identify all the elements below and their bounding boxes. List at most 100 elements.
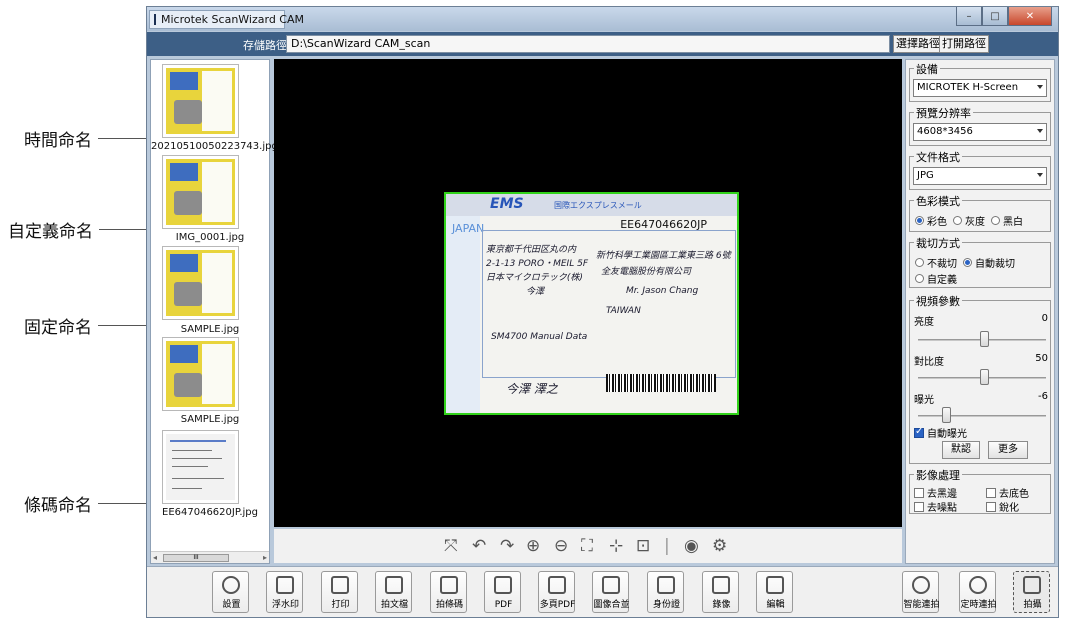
device-select[interactable]: MICROTEK H-Screen: [913, 79, 1047, 97]
more-button[interactable]: 更多: [988, 441, 1028, 459]
select-path-button[interactable]: 選擇路徑: [893, 35, 943, 53]
image-merge-button[interactable]: 圖像合並: [592, 571, 630, 613]
merge-icon: [602, 576, 620, 594]
resolution-group: 預覽分辨率 4608*3456: [909, 105, 1051, 146]
record-button[interactable]: 錄像: [702, 571, 739, 613]
gray-radio[interactable]: 灰度: [953, 213, 985, 228]
id-card-icon: [657, 576, 675, 594]
rotate-left-icon[interactable]: ↶: [472, 536, 486, 556]
denoise-checkbox[interactable]: 去噪點: [914, 499, 957, 514]
remove-black-edge-checkbox[interactable]: 去黑邊: [914, 485, 957, 500]
window-title: Microtek ScanWizard CAM: [161, 13, 305, 26]
bw-radio[interactable]: 黑白: [991, 213, 1023, 228]
thumbnail-scrollbar[interactable]: ◂ III ▸: [151, 551, 269, 563]
edit-icon: [766, 576, 784, 594]
multipage-pdf-button[interactable]: 多頁PDF: [538, 571, 575, 613]
default-button[interactable]: 默認: [942, 441, 980, 459]
resolution-select[interactable]: 4608*3456: [913, 123, 1047, 141]
settings-panel: 設備 MICROTEK H-Screen 預覽分辨率 4608*3456 文件格…: [905, 59, 1055, 564]
image-processing-group: 影像處理 去黑邊 去底色 去噪點 銳化: [909, 467, 1051, 514]
exposure-slider[interactable]: 曝光 -6: [914, 391, 1048, 427]
fit-icon[interactable]: ⤧: [444, 536, 458, 556]
open-path-button[interactable]: 打開路徑: [939, 35, 989, 53]
annotation-custom-naming: 自定義命名: [8, 217, 161, 242]
zoom-out-icon[interactable]: ⊖: [554, 536, 568, 556]
color-mode-group: 色彩模式 彩色 灰度 黑白: [909, 193, 1051, 232]
camera-settings-icon[interactable]: ⚙: [712, 536, 727, 556]
no-crop-radio[interactable]: 不裁切: [915, 255, 957, 270]
timed-burst-button[interactable]: 定時連拍: [959, 571, 997, 613]
window-title-tab: Microtek ScanWizard CAM: [149, 10, 304, 29]
minimize-button[interactable]: –: [956, 7, 982, 26]
annotation-time-naming: 時間命名: [24, 126, 158, 151]
barcode: [606, 374, 716, 392]
thumbnail-filename: SAMPLE.jpg: [180, 414, 240, 425]
thumbnail-image: [162, 337, 239, 411]
device-group: 設備 MICROTEK H-Screen: [909, 61, 1051, 102]
slider-knob[interactable]: [980, 369, 989, 385]
auto-crop-radio[interactable]: 自動裁切: [963, 255, 1015, 270]
auto-exposure-checkbox[interactable]: 自動曝光: [914, 425, 967, 440]
thumbnail-image: [162, 155, 239, 229]
actual-size-icon[interactable]: ⊡: [636, 536, 650, 556]
save-path-label: 存儲路徑:: [243, 39, 291, 52]
toolbar-divider: |: [664, 536, 670, 556]
main-toolbar: 設置 浮水印 打印 拍文檔 拍條碼 PDF 多頁PDF 圖像合並 身份證 錄像 …: [147, 566, 1058, 617]
video-icon: [712, 576, 730, 594]
thumbnail-image: [162, 430, 239, 504]
camera-icon: [1023, 576, 1041, 594]
crop-icon[interactable]: ⛶: [581, 536, 593, 556]
slider-knob[interactable]: [980, 331, 989, 347]
thumbnail-filename: SAMPLE.jpg: [180, 324, 240, 335]
rotate-right-icon[interactable]: ↷: [500, 536, 514, 556]
save-path-field[interactable]: D:\ScanWizard CAM_scan: [286, 35, 890, 53]
gear-icon: [222, 576, 240, 594]
center-icon[interactable]: ⊹: [609, 536, 623, 556]
timer-icon: [969, 576, 987, 594]
color-radio[interactable]: 彩色: [915, 213, 947, 228]
custom-crop-radio[interactable]: 自定義: [915, 271, 957, 286]
smart-burst-button[interactable]: 智能連拍: [902, 571, 940, 613]
thumbnail-image: [162, 246, 239, 320]
scrollbar-thumb[interactable]: III: [163, 554, 229, 562]
format-select[interactable]: JPG: [913, 167, 1047, 185]
thumbnail-filename: IMG_0001.jpg: [175, 232, 245, 243]
path-bar: 存儲路徑: D:\ScanWizard CAM_scan 選擇路徑 打開路徑: [147, 32, 1058, 56]
ems-logo: EMS: [490, 196, 524, 212]
pdf-button[interactable]: PDF: [484, 571, 521, 613]
watermark-button[interactable]: 浮水印: [266, 571, 303, 613]
annotation-label: 自定義命名: [8, 222, 93, 242]
annotation-label: 固定命名: [24, 318, 92, 338]
app-window: Microtek ScanWizard CAM – □ ✕ 存儲路徑: D:\S…: [146, 6, 1059, 618]
print-button[interactable]: 打印: [321, 571, 358, 613]
annotation-label: 時間命名: [24, 131, 92, 151]
close-button[interactable]: ✕: [1008, 7, 1052, 26]
capture-button[interactable]: 拍攝: [1013, 571, 1050, 613]
camera-icon[interactable]: ◉: [684, 536, 699, 556]
preview-canvas[interactable]: EMS 国際エクスプレスメール JAPAN EE647046620JP 東京都千…: [274, 59, 902, 527]
maximize-button[interactable]: □: [982, 7, 1008, 26]
barcode-icon: [440, 576, 458, 594]
video-params-group: 視頻參數 亮度0 對比度50 曝光-6 自動曝光 默認 更多: [909, 293, 1051, 464]
app-icon: [154, 14, 156, 25]
scan-document-button[interactable]: 拍文檔: [375, 571, 412, 613]
scan-barcode-button[interactable]: 拍條碼: [430, 571, 467, 613]
preview-toolbar: ⤧ ↶ ↷ ⊕ ⊖ ⛶ ⊹ ⊡ | ◉ ⚙: [274, 529, 902, 563]
document-icon: [385, 576, 403, 594]
format-group: 文件格式 JPG: [909, 149, 1051, 190]
zoom-in-icon[interactable]: ⊕: [526, 536, 540, 556]
brightness-slider[interactable]: 亮度 0: [914, 313, 1048, 349]
remove-background-checkbox[interactable]: 去底色: [986, 485, 1029, 500]
thumbnail-filename: 20210510050223743.jpg: [151, 141, 278, 152]
edit-button[interactable]: 編輯: [756, 571, 793, 613]
title-bar[interactable]: Microtek ScanWizard CAM – □ ✕: [147, 7, 1058, 31]
thumbnail-list[interactable]: 20210510050223743.jpg IMG_0001.jpg SAMPL…: [150, 59, 278, 564]
printer-icon: [331, 576, 349, 594]
sharpen-checkbox[interactable]: 銳化: [986, 499, 1019, 514]
id-card-button[interactable]: 身份證: [647, 571, 684, 613]
annotation-label: 條碼命名: [24, 496, 92, 516]
contrast-slider[interactable]: 對比度 50: [914, 353, 1048, 389]
smart-burst-icon: [912, 576, 930, 594]
settings-button[interactable]: 設置: [212, 571, 249, 613]
slider-knob[interactable]: [942, 407, 951, 423]
